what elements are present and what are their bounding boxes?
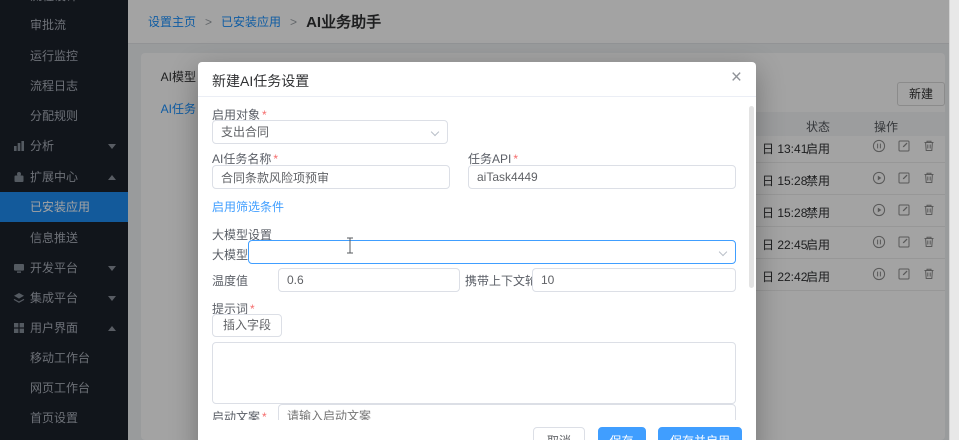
prompt-textarea[interactable]	[212, 342, 736, 404]
chevron-down-icon	[431, 128, 439, 136]
enable-target-select[interactable]: 支出合同	[212, 120, 448, 144]
label-text: 任务API	[468, 152, 511, 166]
insert-field-button[interactable]: 插入字段	[212, 314, 282, 337]
modal-scrollbar-thumb[interactable]	[749, 106, 754, 288]
temperature-label: 温度值	[212, 272, 248, 289]
required-mark: *	[513, 152, 518, 166]
label-text: 大模型	[212, 248, 248, 262]
select-value: 支出合同	[221, 125, 269, 139]
label-text: AI任务名称	[212, 152, 271, 166]
model-select[interactable]	[248, 240, 736, 264]
close-icon[interactable]: ×	[731, 67, 742, 89]
text-cursor	[344, 237, 356, 254]
chevron-down-icon	[719, 248, 727, 256]
task-name-input[interactable]	[212, 165, 450, 189]
save-and-enable-button[interactable]: 保存并启用	[658, 427, 742, 440]
task-api-input[interactable]	[468, 165, 736, 189]
save-button[interactable]: 保存	[598, 427, 646, 440]
temperature-input[interactable]	[278, 268, 460, 292]
dialog-footer: 取消 保存 保存并启用	[198, 420, 756, 440]
header-divider	[198, 96, 756, 97]
app-window: 流程设计 审批流 运行监控 流程日志 分配规则 分析 扩展中心 已安装应用 信息…	[0, 0, 959, 440]
new-ai-task-dialog: 新建AI任务设置 × 启用对象* 支出合同 AI任务名称* 任务API* 启用筛…	[198, 62, 756, 440]
dialog-title: 新建AI任务设置	[212, 71, 309, 91]
enable-filter-link[interactable]: 启用筛选条件	[212, 198, 284, 215]
required-mark: *	[273, 152, 278, 166]
cancel-button[interactable]: 取消	[533, 427, 585, 440]
page-scrollbar[interactable]	[949, 0, 959, 440]
context-rounds-input[interactable]	[532, 268, 736, 292]
